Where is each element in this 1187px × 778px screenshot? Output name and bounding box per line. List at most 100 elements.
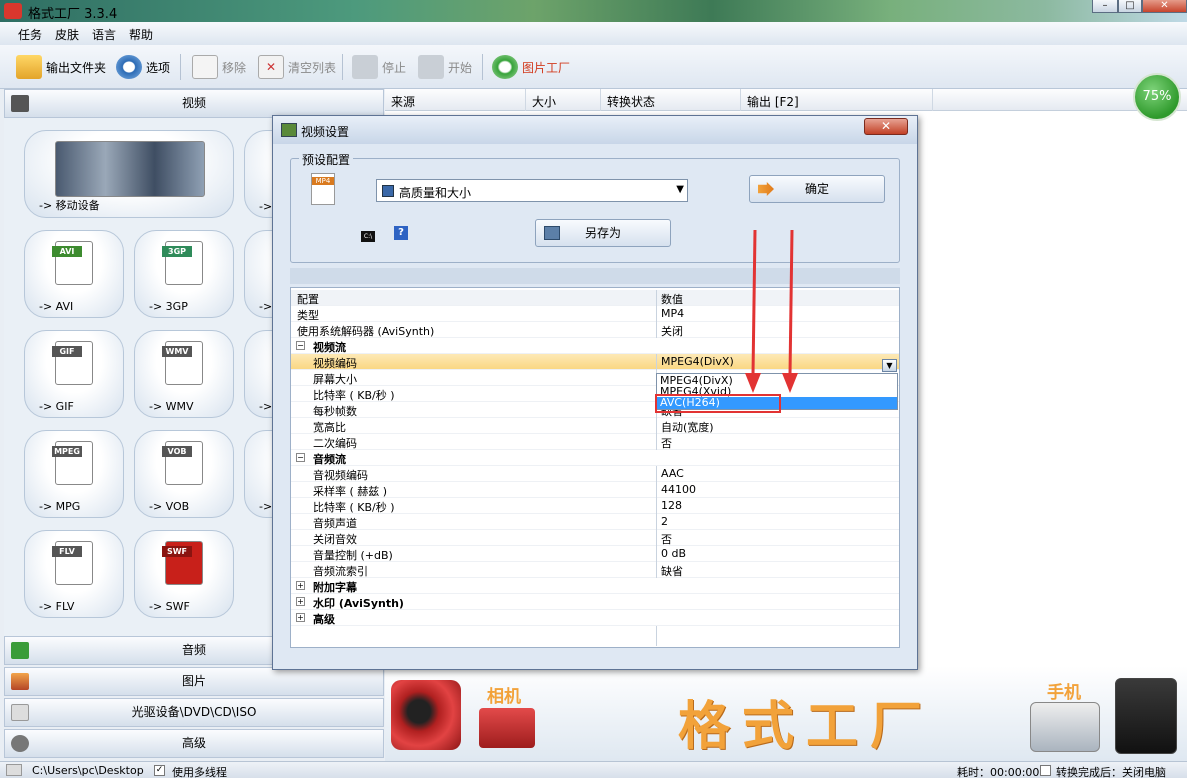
card-3gp[interactable]: 3GP -> 3GP xyxy=(134,230,234,318)
dialog-close-button[interactable]: ✕ xyxy=(864,118,908,135)
card-flv[interactable]: FLV -> FLV xyxy=(24,530,124,618)
group-subtitles[interactable]: + 附加字幕 xyxy=(291,578,899,594)
elapsed-time: 耗时：00:00:00 xyxy=(957,766,1040,778)
row-audio-bitrate[interactable]: 比特率 ( KB/秒 ) 128 xyxy=(291,498,899,514)
film-icon xyxy=(382,185,394,197)
document-icon xyxy=(192,55,218,79)
col-size[interactable]: 大小 xyxy=(532,93,556,110)
row-sample-rate[interactable]: 采样率 ( 赫兹 ) 44100 xyxy=(291,482,899,498)
remove-button[interactable]: 移除 xyxy=(192,53,246,81)
banner: 相机 格式工厂 手机 xyxy=(385,666,1187,761)
card-swf[interactable]: SWF -> SWF xyxy=(134,530,234,618)
gif-file-icon: GIF xyxy=(52,341,93,385)
card-wmv[interactable]: WMV -> WMV xyxy=(134,330,234,418)
camera-label: 相机 xyxy=(487,687,521,707)
progress-indicator: 75% xyxy=(1133,73,1181,121)
ok-button[interactable]: 确定 xyxy=(749,175,885,203)
menu-task[interactable]: 任务 xyxy=(18,26,42,43)
col-state[interactable]: 转换状态 xyxy=(607,93,655,110)
card-mobile[interactable]: -> 移动设备 xyxy=(24,130,234,218)
arrow-2-head xyxy=(782,373,798,393)
avi-file-icon: AVI xyxy=(52,241,93,285)
drive-icon xyxy=(6,764,22,776)
codec-dropdown-button[interactable]: ▼ xyxy=(882,359,897,372)
after-convert-label: 转换完成后：关闭电脑 xyxy=(1056,766,1166,778)
status-bar: C:\Users\pc\Desktop ✓ 使用多线程 耗时：00:00:00 … xyxy=(0,761,1187,778)
arrow-right-icon xyxy=(758,182,774,196)
film-icon xyxy=(11,95,29,112)
output-path[interactable]: C:\Users\pc\Desktop xyxy=(32,764,144,777)
arrow-2 xyxy=(788,229,794,376)
settings-icon xyxy=(281,123,297,137)
arrow-1 xyxy=(751,229,757,376)
gear-icon xyxy=(116,55,142,79)
options-button[interactable]: 选项 xyxy=(116,53,170,81)
picture-factory-icon xyxy=(492,55,518,79)
clear-list-button[interactable]: ✕ 清空列表 xyxy=(258,53,336,81)
stop-button[interactable]: 停止 xyxy=(352,53,406,81)
smartphone-icon xyxy=(1030,702,1100,752)
row-volume[interactable]: 音量控制 (+dB) 0 dB xyxy=(291,546,899,562)
maximize-button[interactable]: □ xyxy=(1118,0,1142,13)
minimize-button[interactable]: – xyxy=(1092,0,1118,13)
col-output[interactable]: 输出 [F2] xyxy=(747,93,799,110)
card-avi[interactable]: AVI -> AVI xyxy=(24,230,124,318)
category-picture[interactable]: 图片 xyxy=(4,667,384,696)
mobile-devices-icon xyxy=(55,141,205,197)
category-advanced[interactable]: 高级 xyxy=(4,729,384,758)
row-two-pass[interactable]: 二次编码否 xyxy=(291,434,899,450)
command-icon[interactable]: C:\ xyxy=(361,231,375,242)
app-icon xyxy=(4,3,22,19)
camcorder-icon xyxy=(391,680,461,750)
start-icon xyxy=(418,55,444,79)
row-channels[interactable]: 音频声道 2 xyxy=(291,514,899,530)
highlight-box xyxy=(655,394,781,413)
camera-icon xyxy=(479,708,535,748)
category-video[interactable]: 视频 xyxy=(4,89,384,118)
menu-language[interactable]: 语言 xyxy=(92,26,116,43)
category-optical[interactable]: 光驱设备\DVD\CD\ISO xyxy=(4,698,384,727)
row-aspect[interactable]: 宽高比 自动(宽度) xyxy=(291,418,899,434)
dialog-title-bar: 视频设置 ✕ xyxy=(273,116,917,144)
picture-factory-button[interactable]: 图片工厂 xyxy=(492,53,570,81)
group-watermark[interactable]: + 水印 (AviSynth) xyxy=(291,594,899,610)
wmv-file-icon: WMV xyxy=(162,341,203,385)
mp4-file-icon: MP4 xyxy=(311,173,335,205)
preset-select[interactable]: 高质量和大小 ▼ xyxy=(376,179,688,202)
output-folder-button[interactable]: 输出文件夹 xyxy=(16,53,106,81)
col-source[interactable]: 来源 xyxy=(391,93,415,110)
start-button[interactable]: 开始 xyxy=(418,53,472,81)
group-audio-stream[interactable]: − 音频流 xyxy=(291,450,899,466)
menu-skin[interactable]: 皮肤 xyxy=(55,26,79,43)
menu-help[interactable]: 帮助 xyxy=(129,26,153,43)
preset-legend: 预设配置 xyxy=(299,151,354,168)
flv-file-icon: FLV xyxy=(52,541,93,585)
multithread-label: 使用多线程 xyxy=(172,766,227,778)
dialog-title: 视频设置 xyxy=(301,125,350,139)
music-icon xyxy=(11,642,29,659)
video-settings-dialog: 视频设置 ✕ 预设配置 MP4 高质量和大小 ▼ 确定 另存为 C:\ ? 配置… xyxy=(272,115,918,670)
row-mute[interactable]: 关闭音效否 xyxy=(291,530,899,546)
3gp-file-icon: 3GP xyxy=(162,241,203,285)
help-icon[interactable]: ? xyxy=(394,226,408,240)
mpg-file-icon: MPEG xyxy=(52,441,93,485)
toolbar: 输出文件夹 选项 移除 ✕ 清空列表 停止 开始 图片工厂 xyxy=(0,45,1187,89)
card-vob[interactable]: VOB -> VOB xyxy=(134,430,234,518)
save-as-button[interactable]: 另存为 xyxy=(535,219,671,247)
task-table-header: 来源 大小 转换状态 输出 [F2] xyxy=(385,89,1187,111)
vob-file-icon: VOB xyxy=(162,441,203,485)
multithread-checkbox[interactable]: ✓ xyxy=(154,765,165,776)
card-gif[interactable]: GIF -> GIF xyxy=(24,330,124,418)
chevron-down-icon: ▼ xyxy=(676,184,684,195)
advanced-icon xyxy=(11,735,29,752)
row-audio-codec[interactable]: 音视频编码 AAC xyxy=(291,466,899,482)
card-mpg[interactable]: MPEG -> MPG xyxy=(24,430,124,518)
close-button[interactable]: ✕ xyxy=(1142,0,1187,13)
title-bar: 格式工厂 3.3.4 – □ ✕ xyxy=(0,0,1187,22)
group-advanced[interactable]: + 高级 xyxy=(291,610,899,626)
shutdown-checkbox[interactable] xyxy=(1040,765,1051,776)
drive-icon xyxy=(11,704,29,721)
phone-label: 手机 xyxy=(1047,683,1081,703)
swf-file-icon: SWF xyxy=(162,541,203,585)
row-audio-index[interactable]: 音频流索引 缺省 xyxy=(291,562,899,578)
